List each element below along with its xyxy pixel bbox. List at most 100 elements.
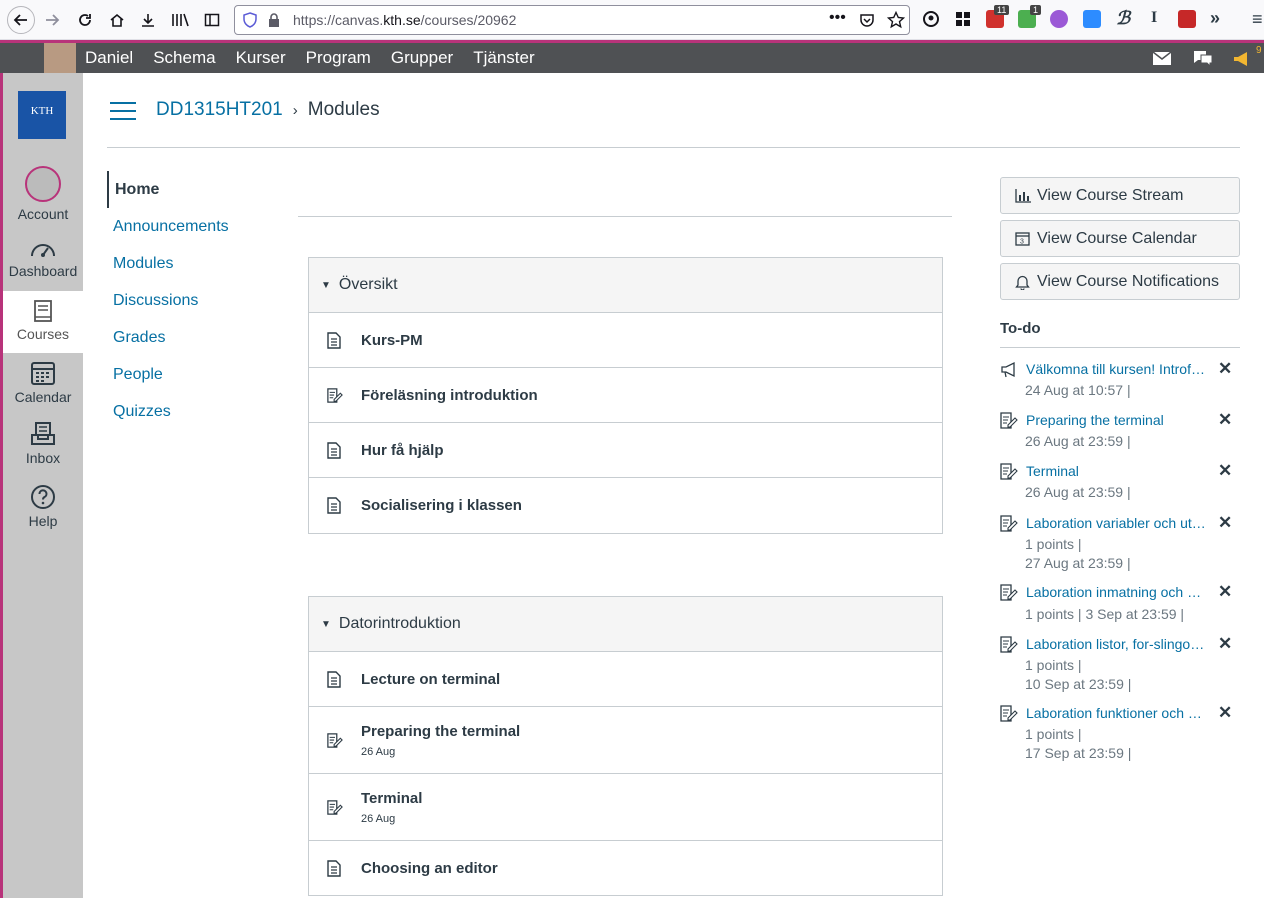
global-nav-help[interactable]: Help — [3, 484, 83, 542]
extension-b-icon[interactable]: ℬ — [1116, 8, 1130, 29]
extension-play-icon[interactable] — [1050, 10, 1068, 28]
course-nav-grades[interactable]: Grades — [107, 319, 287, 356]
reload-button[interactable] — [73, 8, 97, 32]
browser-toolbar: https://canvas.kth.se/courses/20962 ••• … — [0, 0, 1264, 40]
todo-item-link[interactable]: Preparing the terminal — [1026, 412, 1206, 428]
module-item-title[interactable]: Hur få hjälp — [361, 442, 444, 459]
assignment-icon — [1000, 636, 1018, 653]
dismiss-icon[interactable]: ✕ — [1218, 582, 1232, 602]
overflow-menu-icon[interactable]: » — [1210, 8, 1220, 29]
downloads-button[interactable] — [136, 8, 160, 32]
more-icon[interactable]: ••• — [829, 9, 846, 27]
todo-item-meta: 1 points | — [1025, 657, 1082, 673]
module-item[interactable]: Preparing the terminal 26 Aug — [309, 707, 942, 774]
collapse-triangle-icon: ▼ — [321, 618, 331, 630]
course-nav-announcements[interactable]: Announcements — [107, 208, 287, 245]
star-icon[interactable] — [887, 11, 905, 29]
arrow-right-icon — [46, 14, 60, 26]
extension-badge: 11 — [994, 5, 1010, 15]
chat-icon[interactable] — [1193, 50, 1213, 67]
reload-icon — [79, 14, 91, 26]
module-item-title[interactable]: Föreläsning introduktion — [361, 387, 538, 404]
top-nav-kurser[interactable]: Kurser — [236, 48, 286, 68]
top-nav-schema[interactable]: Schema — [153, 48, 215, 68]
module-item-title[interactable]: Preparing the terminal — [361, 723, 520, 740]
pocket-icon[interactable] — [859, 12, 875, 28]
todo-item-link[interactable]: Laboration funktioner och … — [1026, 705, 1206, 721]
module-item[interactable]: Lecture on terminal — [309, 652, 942, 707]
user-avatar[interactable] — [44, 43, 76, 73]
course-nav-quizzes[interactable]: Quizzes — [107, 393, 287, 430]
module-item-title[interactable]: Choosing an editor — [361, 860, 498, 877]
global-nav-courses[interactable]: Courses — [3, 291, 83, 353]
lock-icon — [269, 13, 279, 27]
global-nav-account[interactable]: Account — [3, 166, 83, 226]
url-bar[interactable]: https://canvas.kth.se/courses/20962 ••• — [234, 5, 910, 35]
module-header[interactable]: ▼ Översikt — [309, 258, 942, 313]
bell-icon — [1015, 274, 1033, 290]
account-avatar-icon — [25, 166, 61, 202]
todo-item-link[interactable]: Terminal — [1026, 463, 1206, 479]
todo-item-meta: 17 Sep at 23:59 | — [1025, 745, 1132, 761]
breadcrumb-course-link[interactable]: DD1315HT201 — [156, 99, 283, 121]
back-button[interactable] — [7, 6, 35, 34]
todo-item-link[interactable]: Laboration inmatning och s… — [1026, 584, 1206, 600]
page-icon — [327, 670, 343, 688]
view-course-notifications-button[interactable]: View Course Notifications — [1000, 263, 1240, 300]
top-nav-grupper[interactable]: Grupper — [391, 48, 453, 68]
help-icon — [31, 485, 55, 509]
module-header[interactable]: ▼ Datorintroduktion — [309, 597, 942, 652]
module-item-title[interactable]: Lecture on terminal — [361, 671, 500, 688]
mail-icon[interactable] — [1153, 52, 1171, 65]
extension-pen-icon[interactable] — [1178, 10, 1196, 28]
shield-icon — [243, 12, 257, 28]
module-item[interactable]: Hur få hjälp — [309, 423, 942, 478]
module-item-title[interactable]: Socialisering i klassen — [361, 497, 522, 514]
dismiss-icon[interactable]: ✕ — [1218, 703, 1232, 723]
view-course-stream-button[interactable]: View Course Stream — [1000, 177, 1240, 214]
global-nav-calendar[interactable]: Calendar — [3, 360, 83, 418]
breadcrumb-separator: › — [292, 101, 298, 119]
top-nav-tjanster[interactable]: Tjänster — [473, 48, 534, 68]
assignment-icon — [1000, 584, 1018, 601]
top-nav-daniel[interactable]: Daniel — [85, 48, 133, 68]
hamburger-menu-icon[interactable]: ≡ — [1252, 9, 1263, 30]
module-item[interactable]: Kurs-PM — [309, 313, 942, 368]
module-item-title[interactable]: Kurs-PM — [361, 332, 423, 349]
module-item[interactable]: Choosing an editor — [309, 841, 942, 896]
sidebar-button[interactable] — [200, 8, 224, 32]
todo-item-link[interactable]: Laboration listor, for-slingo… — [1026, 636, 1206, 652]
todo-item-meta: 1 points | 3 Sep at 23:59 | — [1025, 606, 1185, 622]
dismiss-icon[interactable]: ✕ — [1218, 634, 1232, 654]
view-course-calendar-button[interactable]: 3 View Course Calendar — [1000, 220, 1240, 257]
zoom-extension-icon[interactable] — [1083, 10, 1101, 28]
module-item[interactable]: Föreläsning introduktion — [309, 368, 942, 423]
account-circle-icon[interactable] — [922, 10, 940, 28]
module-item-title[interactable]: Terminal — [361, 790, 422, 807]
course-nav-home[interactable]: Home — [107, 171, 287, 208]
course-nav-discussions[interactable]: Discussions — [107, 282, 287, 319]
dismiss-icon[interactable]: ✕ — [1218, 359, 1232, 379]
forward-button[interactable] — [40, 8, 64, 32]
todo-item-link[interactable]: Laboration variabler och ut… — [1026, 515, 1206, 531]
course-nav-people[interactable]: People — [107, 356, 287, 393]
extension-i-icon[interactable]: I — [1151, 9, 1157, 27]
global-nav-dashboard[interactable]: Dashboard — [3, 238, 83, 296]
hamburger-icon[interactable] — [110, 102, 136, 120]
global-nav-inbox[interactable]: Inbox — [3, 421, 83, 479]
dismiss-icon[interactable]: ✕ — [1218, 513, 1232, 533]
dismiss-icon[interactable]: ✕ — [1218, 410, 1232, 430]
megaphone-icon[interactable] — [1232, 50, 1252, 68]
course-nav-modules[interactable]: Modules — [107, 245, 287, 282]
top-nav: Daniel Schema Kurser Program Grupper Tjä… — [85, 48, 535, 68]
todo-item-link[interactable]: Välkomna till kursen! Introf… — [1026, 361, 1206, 377]
top-nav-program[interactable]: Program — [306, 48, 371, 68]
extensions-grid-icon[interactable] — [954, 10, 972, 28]
page-icon — [327, 331, 343, 349]
dismiss-icon[interactable]: ✕ — [1218, 461, 1232, 481]
module-item[interactable]: Terminal 26 Aug — [309, 774, 942, 841]
kth-logo[interactable]: KTH — [18, 91, 66, 139]
home-button[interactable] — [105, 8, 129, 32]
library-button[interactable] — [168, 8, 192, 32]
module-item[interactable]: Socialisering i klassen — [309, 478, 942, 533]
